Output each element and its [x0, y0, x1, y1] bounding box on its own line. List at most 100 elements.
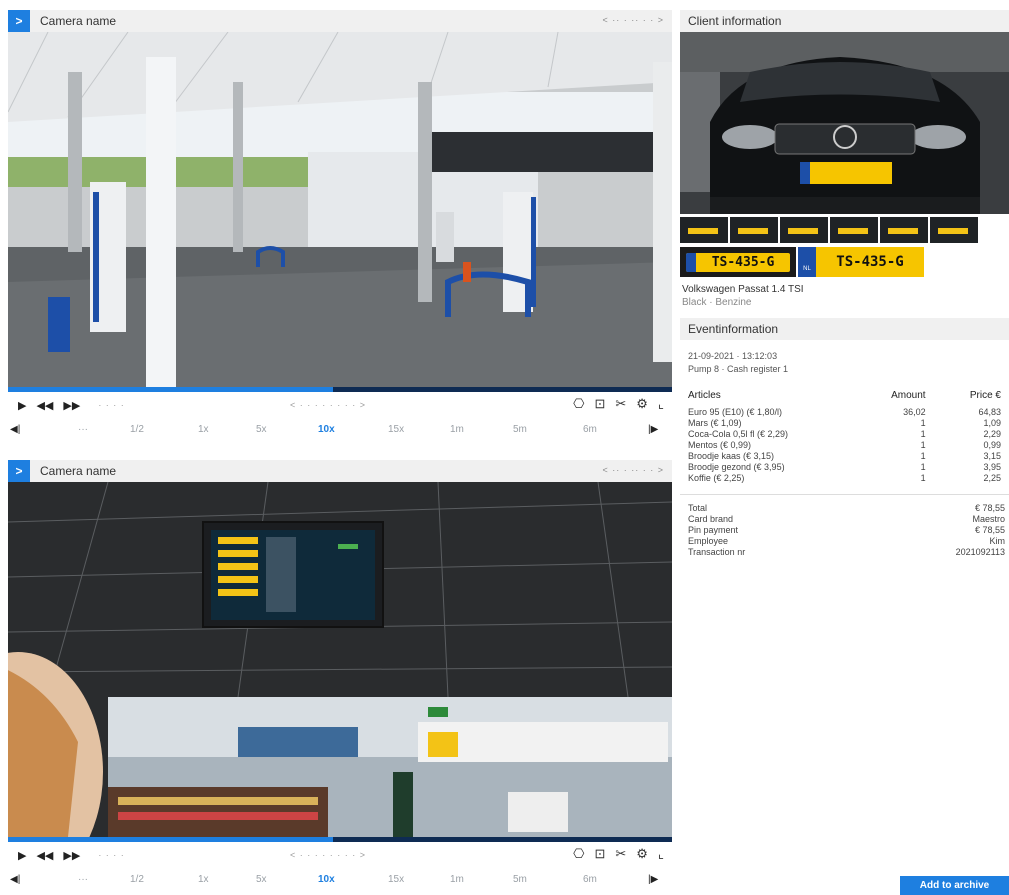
camera-header: > Camera name < ·· · ·· · · > [8, 460, 672, 482]
speed-option-active[interactable]: 10x [318, 424, 335, 435]
thumbnail[interactable] [830, 217, 878, 243]
article-name: Broodje kaas (€ 3,15) [688, 451, 775, 461]
total-label: Transaction nr [688, 547, 746, 557]
speed-option[interactable]: 15x [388, 424, 404, 435]
camera-feed-forecourt[interactable] [8, 32, 672, 387]
vehicle-info: Volkswagen Passat 1.4 TSI Black · Benzin… [680, 284, 1009, 308]
fast-forward-button[interactable]: ▶▶ [63, 849, 80, 862]
total-value: € 78,55 [974, 503, 1005, 513]
rewind-button[interactable]: ◀◀ [36, 849, 53, 862]
vehicle-details: Black · Benzine [682, 297, 752, 308]
total-row: Pin payment € 78,55 [680, 525, 1009, 536]
speed-option[interactable]: 1/2 [130, 424, 144, 435]
speed-option[interactable]: 1/2 [130, 874, 144, 885]
table-row: Broodje kaas (€ 3,15) 1 3,15 [680, 451, 1009, 462]
speed-option-active[interactable]: 10x [318, 874, 335, 885]
vehicle-thumbnails [680, 217, 1009, 243]
table-row: Koffie (€ 2,25) 1 2,25 [680, 473, 1009, 484]
settings-icon[interactable]: ⚙ [636, 846, 648, 862]
thumbnail[interactable] [680, 217, 728, 243]
speed-next-button[interactable]: |▶ [648, 424, 658, 435]
total-value: Maestro [972, 514, 1005, 524]
fullscreen-icon[interactable]: ⌞ [658, 396, 664, 412]
thumbnail[interactable] [780, 217, 828, 243]
speed-option[interactable]: ··· [78, 874, 88, 885]
speed-next-button[interactable]: |▶ [648, 874, 658, 885]
tool-icons: ⎔ ⊡ ✂ ⚙ ⌞ [573, 846, 664, 862]
table-row: Euro 95 (E10) (€ 1,80/l) 36,02 64,83 [680, 407, 1009, 418]
speed-option[interactable]: 1x [198, 424, 209, 435]
speed-option[interactable]: 5x [256, 424, 267, 435]
expand-button[interactable]: > [8, 10, 30, 32]
article-price: 2,25 [983, 473, 1001, 483]
camera-feed-shop[interactable] [8, 482, 672, 837]
total-label: Pin payment [688, 525, 739, 535]
article-name: Koffie (€ 2,25) [688, 473, 745, 483]
vehicle-model: Volkswagen Passat 1.4 TSI [682, 284, 804, 295]
article-name: Mars (€ 1,09) [688, 418, 742, 428]
total-row: Total € 78,55 [680, 503, 1009, 514]
thumbnail[interactable] [730, 217, 778, 243]
client-panel: Client information TS-435-G NL TS-435-G … [680, 10, 1009, 558]
capture-icon[interactable]: ⎔ [573, 396, 584, 412]
frame-navigator[interactable]: < · · · · · · · · > [290, 850, 366, 860]
time-readout: · · · · [98, 400, 125, 410]
total-label: Employee [688, 536, 729, 546]
speed-option[interactable]: 1x [198, 874, 209, 885]
article-name: Coca-Cola 0,5l fl (€ 2,29) [688, 429, 789, 439]
table-row: Mars (€ 1,09) 1 1,09 [680, 418, 1009, 429]
camera-header-nav[interactable]: < ·· · ·· · · > [603, 15, 665, 25]
thumbnail[interactable] [880, 217, 928, 243]
snapshot-icon[interactable]: ⊡ [594, 846, 605, 862]
fast-forward-button[interactable]: ▶▶ [63, 399, 80, 412]
speed-option[interactable]: 5x [256, 874, 267, 885]
add-to-archive-button[interactable]: Add to archive [900, 876, 1009, 895]
car-image [680, 32, 1009, 214]
article-price: 64,83 [978, 407, 1001, 417]
article-amount: 1 [920, 429, 926, 439]
vehicle-photo[interactable] [680, 32, 1009, 214]
tools-icon[interactable]: ✂ [615, 396, 626, 412]
speed-selector: ◀| ··· 1/2 1x 5x 10x 15x 1m 5m 6m |▶ [8, 418, 672, 442]
event-datetime: 21-09-2021 · 13:12:03 [688, 351, 778, 361]
speed-option[interactable]: 15x [388, 874, 404, 885]
frame-navigator[interactable]: < · · · · · · · · > [290, 400, 366, 410]
tools-icon[interactable]: ✂ [615, 846, 626, 862]
speed-option[interactable]: 6m [583, 424, 597, 435]
play-button[interactable]: ▶ [18, 849, 26, 862]
total-value: € 78,55 [974, 525, 1005, 535]
thumbnail[interactable] [930, 217, 978, 243]
speed-option[interactable]: 5m [513, 874, 527, 885]
fullscreen-icon[interactable]: ⌞ [658, 846, 664, 862]
camera-panel-2: > Camera name < ·· · ·· · · > ▶ ◀◀ ▶▶ · … [8, 460, 672, 892]
article-price: 1,09 [983, 418, 1001, 428]
play-button[interactable]: ▶ [18, 399, 26, 412]
settings-icon[interactable]: ⚙ [636, 396, 648, 412]
tool-icons: ⎔ ⊡ ✂ ⚙ ⌞ [573, 396, 664, 412]
snapshot-icon[interactable]: ⊡ [594, 396, 605, 412]
speed-prev-button[interactable]: ◀| [10, 874, 20, 885]
total-value: Kim [989, 536, 1006, 546]
camera-header: > Camera name < ·· · ·· · · > [8, 10, 672, 32]
article-amount: 36,02 [903, 407, 926, 417]
article-amount: 1 [920, 451, 926, 461]
playback-controls: ▶ ◀◀ ▶▶ · · · · < · · · · · · · · > ⎔ ⊡ … [8, 392, 672, 418]
camera-header-nav[interactable]: < ·· · ·· · · > [603, 465, 665, 475]
speed-option[interactable]: 1m [450, 424, 464, 435]
article-price: 0,99 [983, 440, 1001, 450]
license-plates: TS-435-G NL TS-435-G [680, 247, 1009, 277]
speed-option[interactable]: 6m [583, 874, 597, 885]
capture-icon[interactable]: ⎔ [573, 846, 584, 862]
plate-photo-text: TS-435-G [711, 255, 775, 270]
speed-prev-button[interactable]: ◀| [10, 424, 20, 435]
total-label: Card brand [688, 514, 734, 524]
rewind-button[interactable]: ◀◀ [36, 399, 53, 412]
expand-button[interactable]: > [8, 460, 30, 482]
speed-option[interactable]: 5m [513, 424, 527, 435]
speed-option[interactable]: 1m [450, 874, 464, 885]
speed-option[interactable]: ··· [78, 424, 88, 435]
plate-country: NL [798, 247, 816, 277]
total-row: Employee Kim [680, 536, 1009, 547]
forecourt-image [8, 32, 672, 387]
article-amount: 1 [920, 440, 926, 450]
